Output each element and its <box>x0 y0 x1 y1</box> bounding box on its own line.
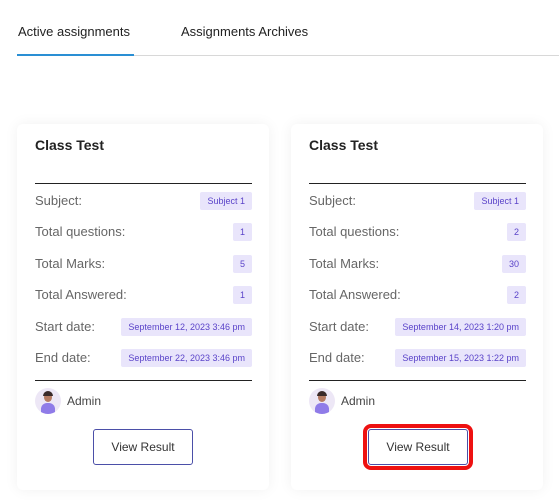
start-date-label: Start date: <box>309 319 369 334</box>
total-answered-badge: 2 <box>506 286 526 304</box>
end-date-label: End date: <box>35 350 91 365</box>
end-date-badge: September 22, 2023 3:46 pm <box>121 349 252 367</box>
end-date-row: End date: September 15, 2023 1:22 pm <box>309 348 526 368</box>
divider <box>309 183 526 184</box>
tab-assignments-archives[interactable]: Assignments Archives <box>181 24 308 39</box>
total-marks-badge: 30 <box>501 255 526 273</box>
subject-row: Subject: Subject 1 <box>309 191 526 211</box>
active-tab-indicator <box>17 54 134 56</box>
total-marks-badge: 5 <box>232 255 252 273</box>
end-date-label: End date: <box>309 350 365 365</box>
start-date-badge: September 12, 2023 3:46 pm <box>121 318 252 336</box>
start-date-badge: September 14, 2023 1:20 pm <box>395 318 526 336</box>
avatar <box>35 388 61 414</box>
start-date-row: Start date: September 12, 2023 3:46 pm <box>35 317 252 337</box>
total-questions-row: Total questions: 2 <box>309 222 526 242</box>
total-marks-label: Total Marks: <box>35 256 106 271</box>
assignment-card: Class Test Subject: Subject 1 Total ques… <box>17 124 269 490</box>
total-marks-row: Total Marks: 5 <box>35 254 252 274</box>
total-marks-row: Total Marks: 30 <box>309 254 526 274</box>
subject-badge: Subject 1 <box>474 192 526 210</box>
end-date-badge: September 15, 2023 1:22 pm <box>395 349 526 367</box>
total-marks-label: Total Marks: <box>309 256 380 271</box>
divider <box>309 380 526 381</box>
card-title: Class Test <box>309 137 378 153</box>
view-result-button[interactable]: View Result <box>363 424 473 470</box>
author-name: Admin <box>341 394 376 408</box>
total-answered-label: Total Answered: <box>309 287 401 302</box>
total-questions-label: Total questions: <box>309 224 400 239</box>
total-questions-row: Total questions: 1 <box>35 222 252 242</box>
card-title: Class Test <box>35 137 104 153</box>
assignment-card: Class Test Subject: Subject 1 Total ques… <box>291 124 543 490</box>
divider <box>35 380 252 381</box>
author-name: Admin <box>67 394 102 408</box>
tab-bar: Active assignments Assignments Archives <box>0 0 559 57</box>
start-date-row: Start date: September 14, 2023 1:20 pm <box>309 317 526 337</box>
total-answered-label: Total Answered: <box>35 287 127 302</box>
total-questions-badge: 1 <box>232 223 252 241</box>
end-date-row: End date: September 22, 2023 3:46 pm <box>35 348 252 368</box>
total-questions-label: Total questions: <box>35 224 126 239</box>
start-date-label: Start date: <box>35 319 95 334</box>
avatar <box>309 388 335 414</box>
total-answered-row: Total Answered: 1 <box>35 285 252 305</box>
view-result-button[interactable]: View Result <box>93 429 193 465</box>
total-questions-badge: 2 <box>506 223 526 241</box>
subject-label: Subject: <box>309 193 356 208</box>
divider <box>35 183 252 184</box>
tab-active-assignments[interactable]: Active assignments <box>18 24 130 39</box>
total-answered-row: Total Answered: 2 <box>309 285 526 305</box>
total-answered-badge: 1 <box>232 286 252 304</box>
subject-badge: Subject 1 <box>200 192 252 210</box>
subject-row: Subject: Subject 1 <box>35 191 252 211</box>
subject-label: Subject: <box>35 193 82 208</box>
